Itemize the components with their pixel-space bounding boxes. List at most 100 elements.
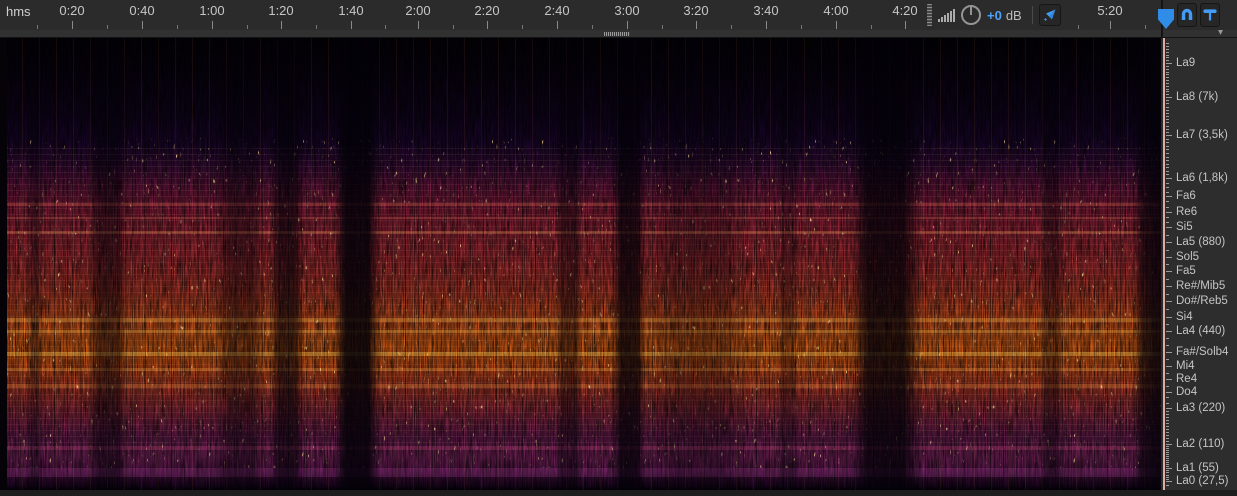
pitch-tick bbox=[1166, 171, 1169, 172]
pitch-tick bbox=[1166, 201, 1169, 202]
pitch-tick bbox=[1166, 359, 1169, 360]
pitch-tick bbox=[1166, 479, 1169, 480]
pitch-tick bbox=[1166, 49, 1169, 50]
pitch-tick bbox=[1166, 91, 1169, 92]
pitch-tick bbox=[1166, 217, 1169, 218]
pitch-tick bbox=[1166, 107, 1169, 108]
time-tick-minor bbox=[1078, 25, 1079, 29]
time-tick-minor bbox=[522, 25, 523, 29]
pitch-tick bbox=[1166, 450, 1169, 451]
pitch-tick bbox=[1166, 477, 1169, 478]
pitch-tick bbox=[1166, 301, 1172, 302]
time-tick bbox=[696, 21, 697, 29]
panel-grip-icon[interactable] bbox=[927, 4, 932, 26]
silence-gap bbox=[270, 38, 304, 490]
pitch-tick bbox=[1166, 420, 1169, 421]
pitch-tick bbox=[1166, 429, 1169, 430]
gain-unit-label: dB bbox=[1006, 8, 1022, 23]
time-tick-minor bbox=[662, 25, 663, 29]
time-tick bbox=[557, 21, 558, 29]
pitch-label: Si5 bbox=[1176, 221, 1193, 233]
pitch-tick bbox=[1166, 444, 1172, 445]
gain-value: +0 bbox=[987, 8, 1002, 23]
silence-gap bbox=[28, 38, 42, 490]
time-tick-minor bbox=[453, 25, 454, 29]
pitch-tick bbox=[1166, 475, 1169, 476]
pitch-tick bbox=[1166, 52, 1169, 53]
pitch-tick bbox=[1166, 149, 1169, 150]
time-tick-label: 1:40 bbox=[338, 3, 363, 18]
pitch-tick bbox=[1166, 72, 1169, 73]
spectrogram-display[interactable] bbox=[0, 38, 1161, 490]
time-tick-minor bbox=[731, 25, 732, 29]
pitch-tick bbox=[1166, 352, 1172, 353]
time-tick bbox=[836, 21, 837, 29]
pitch-tick bbox=[1166, 452, 1169, 453]
pitch-tick bbox=[1166, 119, 1169, 120]
pitch-label: Re6 bbox=[1176, 206, 1197, 218]
pitch-tick bbox=[1166, 294, 1169, 295]
pitch-tick bbox=[1166, 470, 1169, 471]
pitch-tick bbox=[1166, 227, 1172, 228]
pitch-tick bbox=[1166, 456, 1169, 457]
time-tick-label: 2:40 bbox=[544, 3, 569, 18]
audio-editor-panel: hms 0:200:401:001:201:402:002:202:403:00… bbox=[0, 0, 1237, 496]
pitch-tick bbox=[1166, 386, 1169, 387]
pitch-tick bbox=[1166, 157, 1169, 158]
pitch-tick bbox=[1166, 77, 1169, 78]
silence-gap bbox=[88, 38, 128, 490]
time-tick-label: 1:20 bbox=[268, 3, 293, 18]
pitch-tick bbox=[1166, 458, 1169, 459]
pitch-tick bbox=[1166, 454, 1169, 455]
pitch-label: Sol5 bbox=[1176, 251, 1199, 263]
pitch-label: Fa#/Solb4 bbox=[1176, 346, 1228, 358]
gain-controls-cluster: +0 dB bbox=[922, 0, 1072, 30]
scrollbar-grip-icon[interactable] bbox=[604, 32, 630, 36]
magnet-toggle-button[interactable] bbox=[1177, 3, 1197, 27]
time-tick bbox=[1110, 21, 1111, 29]
time-tick-minor bbox=[1145, 25, 1146, 29]
playhead-line bbox=[1163, 38, 1165, 490]
zoom-scrollbar[interactable]: ▾ bbox=[0, 30, 1237, 38]
pitch-tick bbox=[1166, 317, 1172, 318]
gain-knob[interactable] bbox=[961, 5, 981, 25]
pitch-tick bbox=[1166, 331, 1172, 332]
pitch-tick bbox=[1166, 392, 1172, 393]
pin-toggle-button[interactable] bbox=[1200, 3, 1220, 27]
pitch-tick bbox=[1166, 113, 1169, 114]
pitch-tick bbox=[1166, 242, 1172, 243]
snap-toggle-button[interactable] bbox=[1039, 4, 1061, 26]
pitch-tick bbox=[1166, 279, 1169, 280]
pitch-tick bbox=[1166, 271, 1172, 272]
pitch-tick bbox=[1166, 183, 1169, 184]
time-tick bbox=[627, 21, 628, 29]
pitch-tick bbox=[1166, 89, 1169, 90]
pitch-label: La1 (55) bbox=[1176, 462, 1219, 474]
silence-gap bbox=[215, 38, 265, 490]
time-tick-minor bbox=[801, 25, 802, 29]
pitch-label: Si4 bbox=[1176, 311, 1193, 323]
pitch-tick bbox=[1166, 139, 1169, 140]
pitch-tick bbox=[1166, 468, 1172, 469]
silence-gap bbox=[1040, 38, 1064, 490]
pitch-label: La8 (7k) bbox=[1176, 91, 1218, 103]
spectrogram-left-margin bbox=[0, 38, 7, 490]
pitch-tick bbox=[1166, 397, 1169, 398]
pitch-tick bbox=[1166, 196, 1172, 197]
pitch-axis[interactable]: La9La8 (7k)La7 (3,5k)La6 (1,8k)Fa6Re6Si5… bbox=[1166, 38, 1237, 490]
pitch-label: Re#/Mib5 bbox=[1176, 280, 1225, 292]
pitch-label: Do4 bbox=[1176, 386, 1197, 398]
time-tick-label: 1:00 bbox=[199, 3, 224, 18]
pitch-tick bbox=[1166, 57, 1169, 58]
pitch-tick bbox=[1166, 116, 1169, 117]
pitch-label: La0 (27,5) bbox=[1176, 475, 1228, 487]
pitch-tick bbox=[1166, 135, 1172, 136]
time-tick-label: 4:00 bbox=[823, 3, 848, 18]
time-tick-label: 3:20 bbox=[683, 3, 708, 18]
pitch-tick bbox=[1166, 187, 1169, 188]
pitch-tick bbox=[1166, 345, 1169, 346]
pitch-tick bbox=[1166, 408, 1172, 409]
pitch-tick bbox=[1166, 485, 1169, 486]
pitch-tick bbox=[1166, 160, 1169, 161]
time-tick-label: 2:20 bbox=[474, 3, 499, 18]
